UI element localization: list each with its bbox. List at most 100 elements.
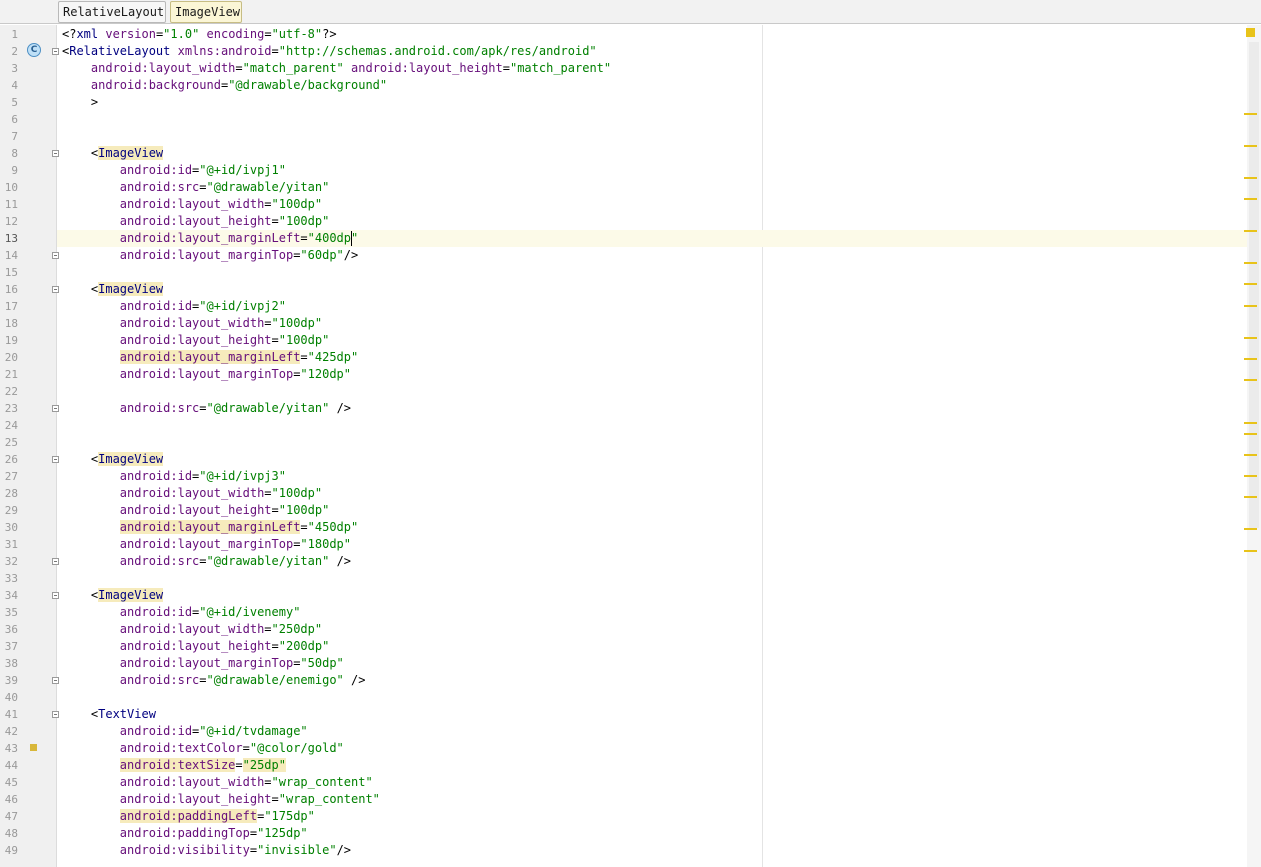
- error-stripe-mark[interactable]: [1244, 432, 1257, 435]
- code-text[interactable]: <ImageView: [62, 145, 164, 162]
- code-line[interactable]: 49 android:visibility="invisible"/>: [0, 842, 1261, 859]
- code-line[interactable]: 42 android:id="@+id/tvdamage": [0, 723, 1261, 740]
- fold-toggle-icon[interactable]: [52, 711, 59, 718]
- code-line[interactable]: 7: [0, 128, 1261, 145]
- code-text[interactable]: android:id="@+id/ivpj2": [62, 298, 286, 315]
- code-line[interactable]: 21 android:layout_marginTop="120dp": [0, 366, 1261, 383]
- error-stripe-mark[interactable]: [1244, 379, 1257, 382]
- code-line[interactable]: 45 android:layout_width="wrap_content": [0, 774, 1261, 791]
- code-line[interactable]: 34 <ImageView: [0, 587, 1261, 604]
- fold-toggle-icon[interactable]: [52, 456, 59, 463]
- fold-toggle-icon[interactable]: [52, 558, 59, 565]
- code-text[interactable]: android:layout_height="100dp": [62, 502, 330, 519]
- code-text[interactable]: android:paddingTop="125dp": [62, 825, 308, 842]
- error-stripe-mark[interactable]: [1244, 230, 1257, 233]
- fold-toggle-icon[interactable]: [52, 592, 59, 599]
- code-line[interactable]: 17 android:id="@+id/ivpj2": [0, 298, 1261, 315]
- breadcrumb-imageview[interactable]: ImageView: [170, 1, 242, 23]
- code-text[interactable]: android:id="@+id/ivpj1": [62, 162, 286, 179]
- code-text[interactable]: android:layout_height="100dp": [62, 332, 330, 349]
- code-text[interactable]: android:layout_width="100dp": [62, 196, 322, 213]
- breadcrumb-relativelayout[interactable]: RelativeLayout: [58, 1, 166, 23]
- code-line[interactable]: 24: [0, 417, 1261, 434]
- code-line[interactable]: 27 android:id="@+id/ivpj3": [0, 468, 1261, 485]
- code-line[interactable]: 5 >: [0, 94, 1261, 111]
- code-line[interactable]: 43 android:textColor="@color/gold": [0, 740, 1261, 757]
- code-line[interactable]: 46 android:layout_height="wrap_content": [0, 791, 1261, 808]
- code-line[interactable]: 36 android:layout_width="250dp": [0, 621, 1261, 638]
- class-gutter-icon[interactable]: C: [27, 43, 41, 57]
- code-text[interactable]: android:src="@drawable/yitan" />: [62, 400, 351, 417]
- code-text[interactable]: <RelativeLayout xmlns:android="http://sc…: [62, 43, 597, 60]
- code-text[interactable]: android:src="@drawable/yitan" />: [62, 553, 351, 570]
- code-line[interactable]: 10 android:src="@drawable/yitan": [0, 179, 1261, 196]
- code-line[interactable]: 12 android:layout_height="100dp": [0, 213, 1261, 230]
- fold-toggle-icon[interactable]: [52, 405, 59, 412]
- code-text[interactable]: >: [62, 94, 98, 111]
- code-text[interactable]: android:layout_marginLeft="400dp": [62, 230, 358, 247]
- code-text[interactable]: android:layout_width="100dp": [62, 315, 322, 332]
- code-line[interactable]: 1 <?xml version="1.0" encoding="utf-8"?>: [0, 26, 1261, 43]
- error-stripe-mark[interactable]: [1244, 144, 1257, 147]
- code-line[interactable]: 40: [0, 689, 1261, 706]
- code-line[interactable]: 19 android:layout_height="100dp": [0, 332, 1261, 349]
- code-text[interactable]: android:layout_marginLeft="450dp": [62, 519, 358, 536]
- code-line[interactable]: 14 android:layout_marginTop="60dp"/>: [0, 247, 1261, 264]
- code-text[interactable]: android:paddingLeft="175dp": [62, 808, 315, 825]
- code-line[interactable]: 31 android:layout_marginTop="180dp": [0, 536, 1261, 553]
- code-line[interactable]: 20 android:layout_marginLeft="425dp": [0, 349, 1261, 366]
- error-stripe-mark[interactable]: [1244, 357, 1257, 360]
- code-line[interactable]: 23 android:src="@drawable/yitan" />: [0, 400, 1261, 417]
- fold-toggle-icon[interactable]: [52, 48, 59, 55]
- code-line[interactable]: 29 android:layout_height="100dp": [0, 502, 1261, 519]
- code-text[interactable]: <ImageView: [62, 587, 164, 604]
- code-text[interactable]: android:layout_marginTop="60dp"/>: [62, 247, 358, 264]
- code-line[interactable]: 3 android:layout_width="match_parent" an…: [0, 60, 1261, 77]
- code-text[interactable]: android:layout_marginTop="50dp": [62, 655, 344, 672]
- code-text[interactable]: android:layout_width="100dp": [62, 485, 322, 502]
- inspection-status-icon[interactable]: [1246, 28, 1255, 37]
- code-text[interactable]: android:layout_height="200dp": [62, 638, 330, 655]
- code-line[interactable]: 30 android:layout_marginLeft="450dp": [0, 519, 1261, 536]
- code-line[interactable]: 25: [0, 434, 1261, 451]
- code-text[interactable]: <ImageView: [62, 281, 164, 298]
- code-line[interactable]: 22: [0, 383, 1261, 400]
- code-text[interactable]: <?xml version="1.0" encoding="utf-8"?>: [62, 26, 337, 43]
- error-stripe-mark[interactable]: [1244, 549, 1257, 552]
- code-line[interactable]: 2 <RelativeLayout xmlns:android="http://s…: [0, 43, 1261, 60]
- code-text[interactable]: android:id="@+id/ivenemy": [62, 604, 301, 621]
- code-text[interactable]: android:layout_height="100dp": [62, 213, 330, 230]
- code-line[interactable]: 4 android:background="@drawable/backgrou…: [0, 77, 1261, 94]
- code-text[interactable]: android:layout_height="wrap_content": [62, 791, 380, 808]
- code-line[interactable]: 48 android:paddingTop="125dp": [0, 825, 1261, 842]
- error-stripe-mark[interactable]: [1244, 283, 1257, 286]
- error-stripe-mark[interactable]: [1244, 262, 1257, 265]
- error-stripe-mark[interactable]: [1244, 176, 1257, 179]
- code-text[interactable]: android:layout_width="match_parent" andr…: [62, 60, 611, 77]
- code-line[interactable]: 44 android:textSize="25dp": [0, 757, 1261, 774]
- code-line[interactable]: 26 <ImageView: [0, 451, 1261, 468]
- code-text[interactable]: android:layout_width="wrap_content": [62, 774, 373, 791]
- code-text[interactable]: <ImageView: [62, 451, 164, 468]
- error-stripe-mark[interactable]: [1244, 198, 1257, 201]
- code-text[interactable]: android:layout_width="250dp": [62, 621, 322, 638]
- code-line[interactable]: 8 <ImageView: [0, 145, 1261, 162]
- code-line[interactable]: 47 android:paddingLeft="175dp": [0, 808, 1261, 825]
- code-line[interactable]: 39 android:src="@drawable/enemigo" />: [0, 672, 1261, 689]
- fold-toggle-icon[interactable]: [52, 286, 59, 293]
- code-line[interactable]: 38 android:layout_marginTop="50dp": [0, 655, 1261, 672]
- error-stripe-mark[interactable]: [1244, 528, 1257, 531]
- code-text[interactable]: android:id="@+id/ivpj3": [62, 468, 286, 485]
- code-line[interactable]: 33: [0, 570, 1261, 587]
- code-line[interactable]: 16 <ImageView: [0, 281, 1261, 298]
- code-line[interactable]: 32 android:src="@drawable/yitan" />: [0, 553, 1261, 570]
- error-stripe-mark[interactable]: [1244, 112, 1257, 115]
- code-text[interactable]: android:visibility="invisible"/>: [62, 842, 351, 859]
- code-text[interactable]: android:layout_marginTop="180dp": [62, 536, 351, 553]
- code-text[interactable]: android:src="@drawable/enemigo" />: [62, 672, 366, 689]
- error-stripe-mark[interactable]: [1244, 475, 1257, 478]
- code-text[interactable]: android:background="@drawable/background…: [62, 77, 387, 94]
- error-stripe-mark[interactable]: [1244, 421, 1257, 424]
- error-stripe-mark[interactable]: [1244, 453, 1257, 456]
- code-line[interactable]: 9 android:id="@+id/ivpj1": [0, 162, 1261, 179]
